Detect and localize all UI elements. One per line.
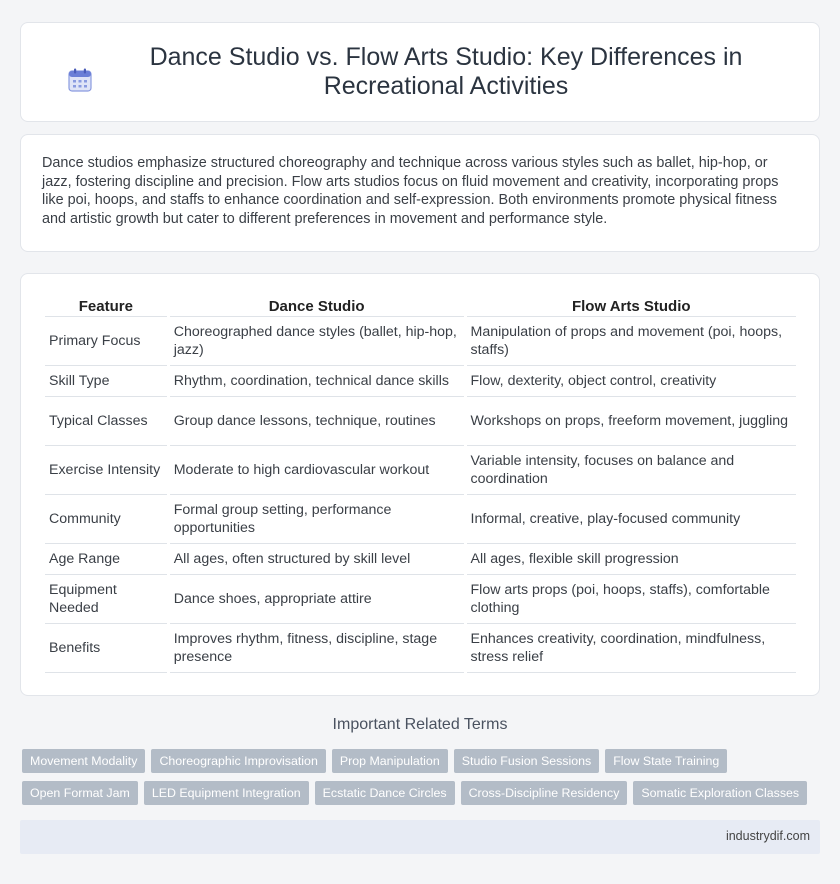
dance-cell: Improves rhythm, fitness, discipline, st…	[169, 624, 464, 673]
dance-cell: Choreographed dance styles (ballet, hip-…	[169, 317, 464, 366]
intro-paragraph: Dance studios emphasize structured chore…	[42, 155, 779, 227]
dance-cell: All ages, often structured by skill leve…	[169, 544, 464, 575]
feature-cell: Age Range	[45, 544, 167, 575]
dance-cell: Group dance lessons, technique, routines	[169, 397, 464, 446]
intro-card: Dance studios emphasize structured chore…	[20, 134, 820, 252]
related-term-tag[interactable]: Movement Modality	[22, 749, 146, 773]
dance-cell: Moderate to high cardiovascular workout	[169, 446, 464, 495]
table-row: Community Formal group setting, performa…	[45, 495, 796, 544]
feature-cell: Skill Type	[45, 366, 167, 397]
feature-cell: Primary Focus	[45, 317, 167, 366]
flow-cell: All ages, flexible skill progression	[466, 544, 796, 575]
related-term-tag[interactable]: Choreographic Improvisation	[151, 749, 326, 773]
comparison-table-card: Feature Dance Studio Flow Arts Studio Pr…	[20, 273, 820, 696]
table-row: Equipment Needed Dance shoes, appropriat…	[45, 575, 796, 624]
related-term-tag[interactable]: LED Equipment Integration	[143, 781, 309, 805]
dance-cell: Formal group setting, performance opport…	[169, 495, 464, 544]
table-row: Exercise Intensity Moderate to high card…	[45, 446, 796, 495]
related-term-tag[interactable]: Flow State Training	[605, 749, 728, 773]
table-row: Age Range All ages, often structured by …	[45, 544, 796, 575]
flow-cell: Manipulation of props and movement (poi,…	[466, 317, 796, 366]
flow-cell: Variable intensity, focuses on balance a…	[466, 446, 796, 495]
footer-site-link[interactable]: industrydif.com	[726, 829, 810, 843]
feature-cell: Typical Classes	[45, 397, 167, 446]
header-feature: Feature	[45, 295, 167, 317]
related-terms-list: Movement Modality Choreographic Improvis…	[22, 749, 812, 805]
related-terms-heading: Important Related Terms	[332, 716, 508, 733]
feature-cell: Equipment Needed	[45, 575, 167, 624]
feature-cell: Community	[45, 495, 167, 544]
feature-cell: Benefits	[45, 624, 167, 673]
table-row: Primary Focus Choreographed dance styles…	[45, 317, 796, 366]
calendar-icon	[68, 68, 92, 92]
header-flow-arts-studio: Flow Arts Studio	[466, 295, 796, 317]
dance-cell: Dance shoes, appropriate attire	[169, 575, 464, 624]
header-dance-studio: Dance Studio	[169, 295, 464, 317]
flow-cell: Enhances creativity, coordination, mindf…	[466, 624, 796, 673]
flow-cell: Flow, dexterity, object control, creativ…	[466, 366, 796, 397]
flow-cell: Flow arts props (poi, hoops, staffs), co…	[466, 575, 796, 624]
related-term-tag[interactable]: Open Format Jam	[22, 781, 138, 805]
related-term-tag[interactable]: Somatic Exploration Classes	[633, 781, 808, 805]
title-card: Dance Studio vs. Flow Arts Studio: Key D…	[20, 22, 820, 122]
footer-bar: industrydif.com	[20, 820, 820, 854]
related-term-tag[interactable]: Ecstatic Dance Circles	[314, 781, 455, 805]
table-row: Benefits Improves rhythm, fitness, disci…	[45, 624, 796, 673]
related-term-tag[interactable]: Studio Fusion Sessions	[453, 749, 600, 773]
page-title: Dance Studio vs. Flow Arts Studio: Key D…	[149, 43, 743, 100]
related-term-tag[interactable]: Prop Manipulation	[331, 749, 448, 773]
table-row: Skill Type Rhythm, coordination, technic…	[45, 366, 796, 397]
flow-cell: Workshops on props, freeform movement, j…	[466, 397, 796, 446]
table-header-row: Feature Dance Studio Flow Arts Studio	[45, 295, 796, 317]
flow-cell: Informal, creative, play-focused communi…	[466, 495, 796, 544]
table-row: Typical Classes Group dance lessons, tec…	[45, 397, 796, 446]
comparison-table: Feature Dance Studio Flow Arts Studio Pr…	[42, 295, 799, 673]
feature-cell: Exercise Intensity	[45, 446, 167, 495]
related-term-tag[interactable]: Cross-Discipline Residency	[460, 781, 628, 805]
dance-cell: Rhythm, coordination, technical dance sk…	[169, 366, 464, 397]
